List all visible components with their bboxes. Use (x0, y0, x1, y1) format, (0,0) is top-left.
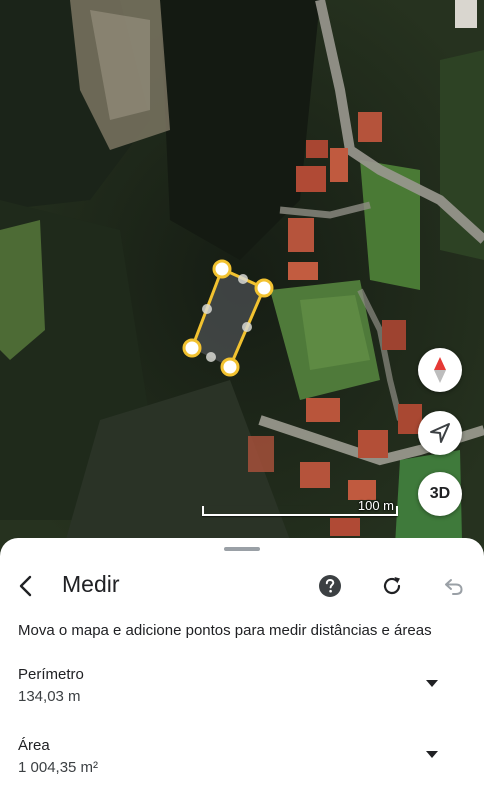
area-expand-button[interactable] (424, 747, 440, 763)
scale-bar: 100 m (202, 498, 398, 518)
compass-button[interactable] (418, 348, 462, 392)
page-title: Medir (62, 571, 120, 597)
caret-down-icon (426, 680, 438, 687)
undo-button[interactable] (438, 570, 470, 602)
back-button[interactable] (10, 570, 42, 602)
help-button[interactable] (314, 570, 346, 602)
3d-label: 3D (429, 485, 451, 502)
perimeter-value: 134,03 m (18, 688, 81, 705)
map-imagery (0, 0, 484, 560)
instruction-text: Mova o mapa e adicione pontos para medir… (18, 622, 432, 639)
perimeter-label: Perímetro (18, 666, 84, 683)
area-label: Área (18, 737, 50, 754)
compass-icon (434, 357, 446, 383)
refresh-icon (383, 577, 401, 595)
area-value: 1 004,35 m² (18, 759, 99, 776)
my-location-button[interactable] (418, 411, 462, 455)
perimeter-expand-button[interactable] (424, 676, 440, 692)
caret-down-icon (426, 751, 438, 758)
drag-handle[interactable] (224, 547, 260, 551)
3d-view-button[interactable]: 3D (418, 472, 462, 516)
help-icon (319, 575, 341, 597)
scale-line (202, 506, 398, 516)
measure-bottom-sheet: Medir Mova o mapa e adicione pontos para… (0, 538, 484, 800)
back-arrow-icon (19, 575, 32, 597)
navigation-arrow-icon (430, 423, 450, 443)
satellite-map[interactable]: 3D 100 m (0, 0, 484, 560)
reset-button[interactable] (376, 570, 408, 602)
undo-icon (445, 579, 463, 595)
